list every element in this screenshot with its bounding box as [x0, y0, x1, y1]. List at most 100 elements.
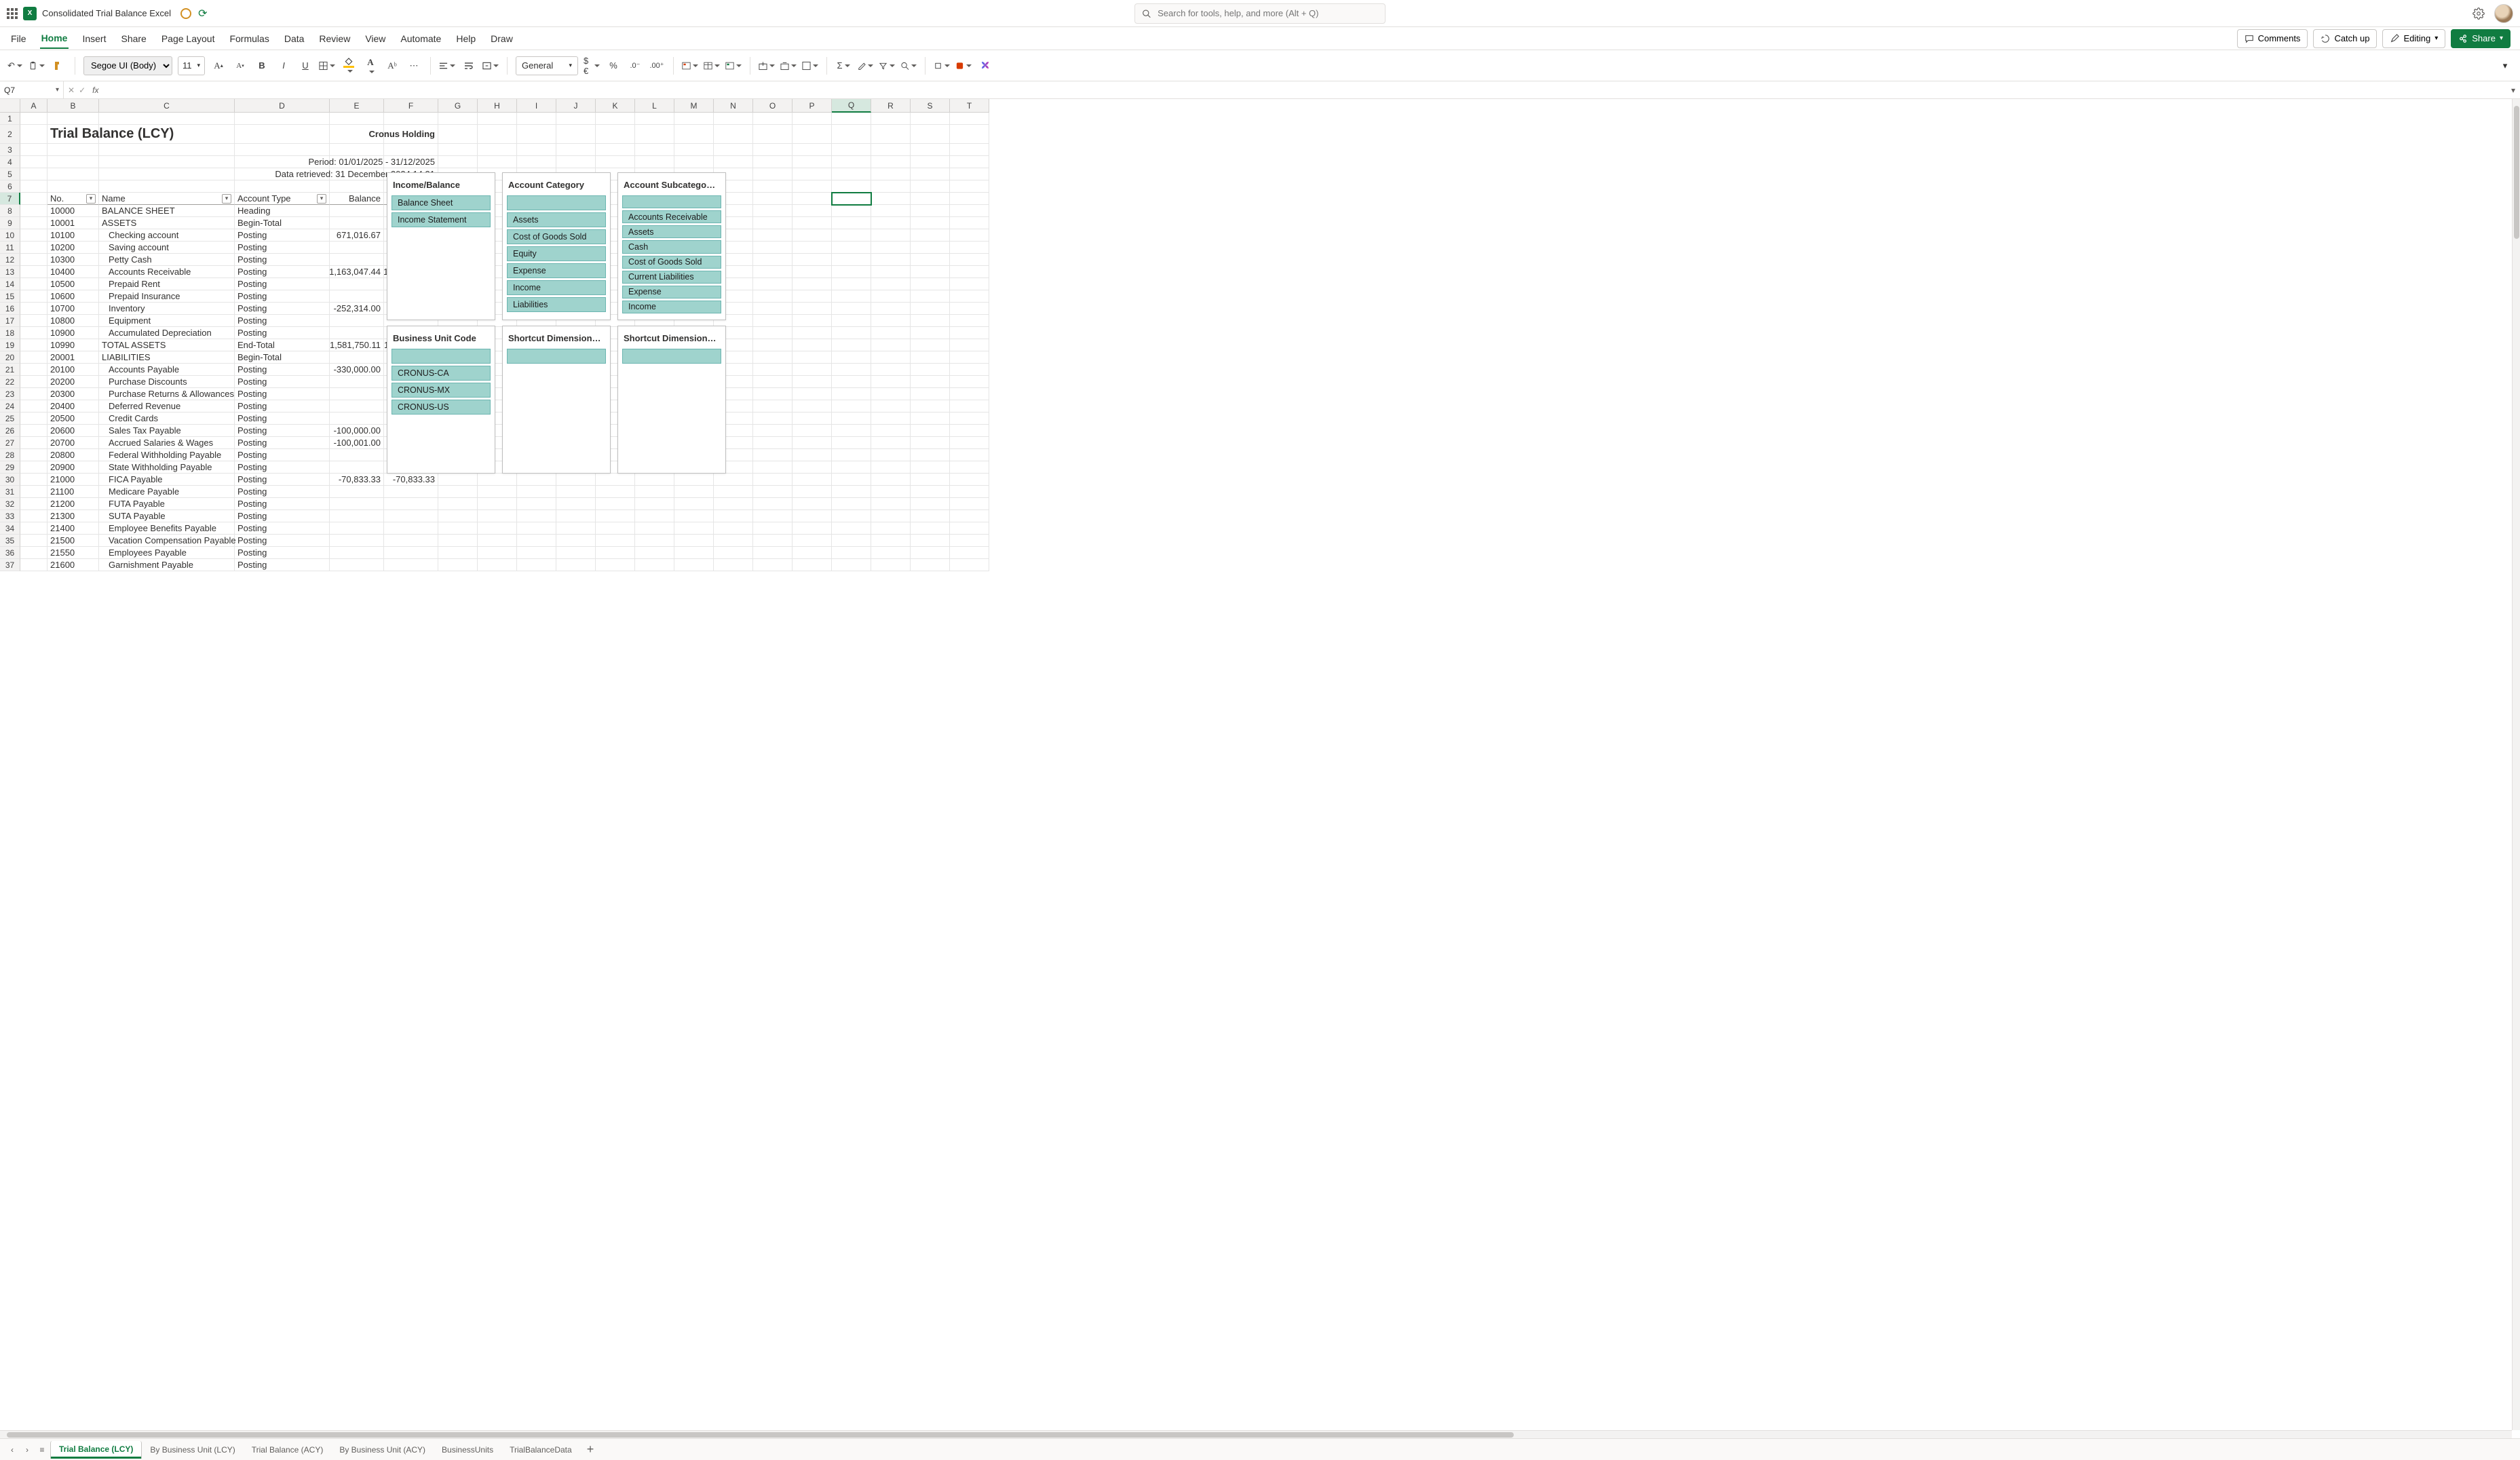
- cell-A15[interactable]: [20, 290, 47, 303]
- row-header-14[interactable]: 14: [0, 278, 20, 290]
- cell-balance-20200[interactable]: [330, 376, 384, 388]
- cell-O36[interactable]: [753, 547, 793, 559]
- cell-H2[interactable]: [478, 125, 517, 144]
- cell-P3[interactable]: [793, 144, 832, 156]
- cell-S16[interactable]: [911, 303, 950, 315]
- cell-R27[interactable]: [871, 437, 911, 449]
- row-header-16[interactable]: 16: [0, 303, 20, 315]
- cell-no-10300[interactable]: 10300: [47, 254, 99, 266]
- fill-color-button[interactable]: [341, 58, 357, 74]
- cell-P6[interactable]: [793, 180, 832, 193]
- cell-name-20400[interactable]: Deferred Revenue: [99, 400, 235, 412]
- cell-balance-10300[interactable]: [330, 254, 384, 266]
- column-header-L[interactable]: L: [635, 99, 674, 113]
- cell-A36[interactable]: [20, 547, 47, 559]
- row-header-33[interactable]: 33: [0, 510, 20, 522]
- cell-net-21300[interactable]: [384, 510, 438, 522]
- cell-H32[interactable]: [478, 498, 517, 510]
- cell-M34[interactable]: [674, 522, 714, 535]
- cell-N31[interactable]: [714, 486, 753, 498]
- cell-K2[interactable]: [596, 125, 635, 144]
- cell-A32[interactable]: [20, 498, 47, 510]
- delete-cells-button[interactable]: [780, 58, 797, 74]
- cell-M36[interactable]: [674, 547, 714, 559]
- cell-Q10[interactable]: [832, 229, 871, 242]
- cell-O2[interactable]: [753, 125, 793, 144]
- cell-E1[interactable]: [330, 113, 384, 125]
- cell-S24[interactable]: [911, 400, 950, 412]
- cell-G32[interactable]: [438, 498, 478, 510]
- cell-Q9[interactable]: [832, 217, 871, 229]
- slicer-item[interactable]: Income: [507, 280, 606, 295]
- cell-G30[interactable]: [438, 474, 478, 486]
- column-header-J[interactable]: J: [556, 99, 596, 113]
- row-header-7[interactable]: 7: [0, 193, 20, 205]
- cell-A30[interactable]: [20, 474, 47, 486]
- cell-C6[interactable]: [99, 180, 235, 193]
- row-header-35[interactable]: 35: [0, 535, 20, 547]
- format-table-button[interactable]: [704, 58, 720, 74]
- cell-A9[interactable]: [20, 217, 47, 229]
- row-header-30[interactable]: 30: [0, 474, 20, 486]
- underline-button[interactable]: U: [297, 58, 313, 74]
- cell-I33[interactable]: [517, 510, 556, 522]
- slicer-item[interactable]: [392, 349, 491, 364]
- cell-G3[interactable]: [438, 144, 478, 156]
- cell-H33[interactable]: [478, 510, 517, 522]
- italic-button[interactable]: I: [275, 58, 292, 74]
- cell-S28[interactable]: [911, 449, 950, 461]
- cell-R1[interactable]: [871, 113, 911, 125]
- cell-A31[interactable]: [20, 486, 47, 498]
- cell-type-21300[interactable]: Posting: [235, 510, 330, 522]
- cell-P11[interactable]: [793, 242, 832, 254]
- cell-H1[interactable]: [478, 113, 517, 125]
- slicer-item[interactable]: Cost of Goods Sold: [507, 229, 606, 244]
- cell-A25[interactable]: [20, 412, 47, 425]
- cell-L2[interactable]: [635, 125, 674, 144]
- cell-A18[interactable]: [20, 327, 47, 339]
- cell-R15[interactable]: [871, 290, 911, 303]
- cell-J37[interactable]: [556, 559, 596, 571]
- row-header-29[interactable]: 29: [0, 461, 20, 474]
- cell-O33[interactable]: [753, 510, 793, 522]
- cell-P36[interactable]: [793, 547, 832, 559]
- cell-type-10100[interactable]: Posting: [235, 229, 330, 242]
- cell-T16[interactable]: [950, 303, 989, 315]
- cell-M32[interactable]: [674, 498, 714, 510]
- tab-prev-button[interactable]: ‹: [5, 1443, 19, 1457]
- cell-Q36[interactable]: [832, 547, 871, 559]
- cell-L30[interactable]: [635, 474, 674, 486]
- insert-cells-button[interactable]: [759, 58, 775, 74]
- cell-D1[interactable]: [235, 113, 330, 125]
- cell-net-21000[interactable]: -70,833.33: [384, 474, 438, 486]
- cell-O16[interactable]: [753, 303, 793, 315]
- cell-K31[interactable]: [596, 486, 635, 498]
- align-button[interactable]: [439, 58, 455, 74]
- cell-J3[interactable]: [556, 144, 596, 156]
- cell-O28[interactable]: [753, 449, 793, 461]
- cell-balance-10900[interactable]: [330, 327, 384, 339]
- cell-G33[interactable]: [438, 510, 478, 522]
- cell-name-10100[interactable]: Checking account: [99, 229, 235, 242]
- cell-P10[interactable]: [793, 229, 832, 242]
- cell-balance-21200[interactable]: [330, 498, 384, 510]
- sheet-tab[interactable]: Trial Balance (ACY): [244, 1441, 332, 1459]
- cell-no-10800[interactable]: 10800: [47, 315, 99, 327]
- cell-A11[interactable]: [20, 242, 47, 254]
- cell-S26[interactable]: [911, 425, 950, 437]
- row-header-11[interactable]: 11: [0, 242, 20, 254]
- cell-P22[interactable]: [793, 376, 832, 388]
- cell-no-21000[interactable]: 21000: [47, 474, 99, 486]
- cell-balance-21400[interactable]: [330, 522, 384, 535]
- cell-type-20100[interactable]: Posting: [235, 364, 330, 376]
- sheet-tab[interactable]: BusinessUnits: [434, 1441, 501, 1459]
- cell-H30[interactable]: [478, 474, 517, 486]
- cell-balance-10400[interactable]: 1,163,047.44: [330, 266, 384, 278]
- cell-R23[interactable]: [871, 388, 911, 400]
- row-header-26[interactable]: 26: [0, 425, 20, 437]
- cell-O10[interactable]: [753, 229, 793, 242]
- cell-P35[interactable]: [793, 535, 832, 547]
- cell-I37[interactable]: [517, 559, 556, 571]
- cell-R12[interactable]: [871, 254, 911, 266]
- cell-S13[interactable]: [911, 266, 950, 278]
